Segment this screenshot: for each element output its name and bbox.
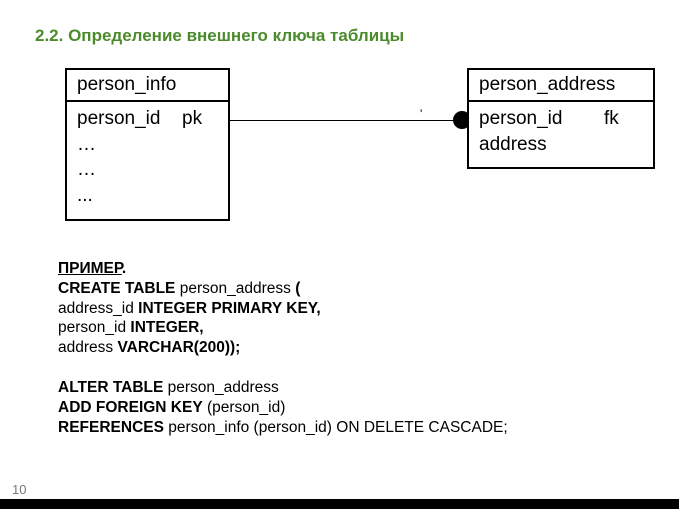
table-row: ... (77, 183, 218, 209)
table-row: person_id fk (479, 106, 643, 132)
code-line: ПРИМЕР. (58, 259, 679, 279)
table-title: person_address (469, 70, 653, 102)
table-row: address (479, 132, 643, 158)
code-line: ADD FOREIGN KEY (person_id) (58, 398, 679, 418)
code-line: address VARCHAR(200)); (58, 338, 679, 358)
table-person-info: person_info person_id pk … … ... (65, 68, 230, 221)
page-number: 10 (12, 482, 26, 497)
code-line: ALTER TABLE person_address (58, 378, 679, 398)
col-key: pk (182, 106, 202, 132)
col-name: … (77, 132, 182, 158)
table-title: person_info (67, 70, 228, 102)
code-line: CREATE TABLE person_address ( (58, 279, 679, 299)
table-row: … (77, 157, 218, 183)
table-body: person_id fk address (469, 102, 653, 167)
sql-example: ПРИМЕР. CREATE TABLE person_address ( ad… (0, 235, 679, 437)
section-heading: 2.2. Определение внешнего ключа таблицы (0, 0, 679, 46)
table-row: … (77, 132, 218, 158)
code-line: address_id INTEGER PRIMARY KEY, (58, 299, 679, 319)
table-row: person_id pk (77, 106, 218, 132)
col-name: … (77, 157, 182, 183)
col-key: fk (604, 106, 619, 132)
footer-bar (0, 499, 679, 509)
col-name: ... (77, 183, 182, 209)
er-diagram: person_info person_id pk … … ... ' perso… (35, 60, 655, 235)
code-line (58, 358, 679, 378)
relationship-line (230, 120, 469, 121)
col-name: person_id (479, 106, 604, 132)
code-line: REFERENCES person_info (person_id) ON DE… (58, 418, 679, 438)
table-person-address: person_address person_id fk address (467, 68, 655, 169)
relationship-tick: ' (420, 107, 422, 121)
col-name: person_id (77, 106, 182, 132)
table-body: person_id pk … … ... (67, 102, 228, 219)
code-line: person_id INTEGER, (58, 318, 679, 338)
col-name: address (479, 132, 604, 158)
